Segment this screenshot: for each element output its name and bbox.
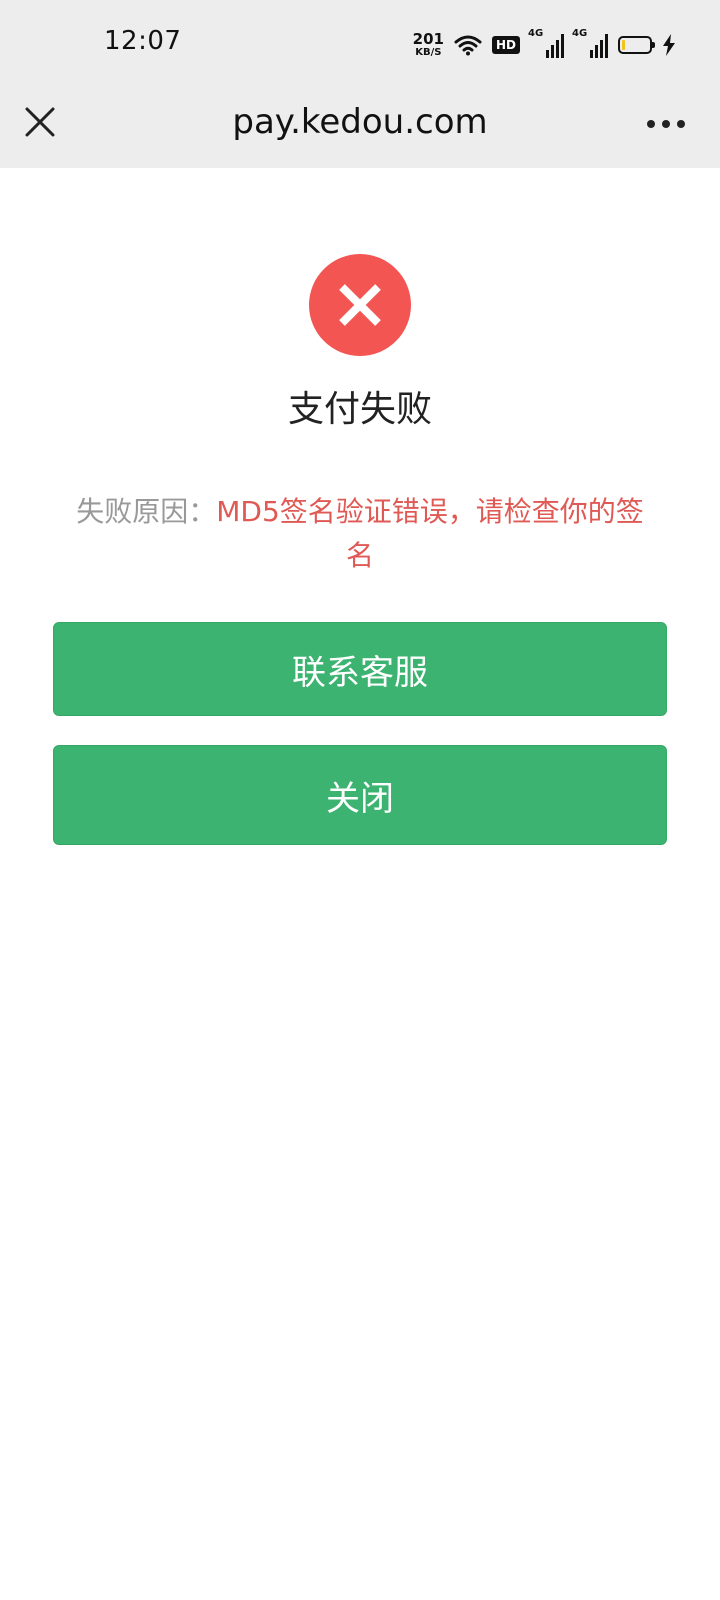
signal-type-label-2: 4G xyxy=(572,28,588,39)
cellular-signal-icon-2: 4G xyxy=(572,28,608,58)
contact-support-button[interactable]: 联系客服 xyxy=(53,622,667,716)
network-speed-unit: KB/S xyxy=(415,47,442,58)
cellular-signal-icon: 4G xyxy=(528,28,564,58)
status-icons: 201 KB/S HD 4G 4G xyxy=(413,28,676,62)
close-button[interactable]: 关闭 xyxy=(53,745,667,845)
more-dots-icon[interactable] xyxy=(642,106,690,142)
failure-reason-label: 失败原因： xyxy=(76,495,217,528)
wifi-icon xyxy=(454,35,482,56)
failure-reason: 失败原因：MD5签名验证错误，请检查你的签名 xyxy=(70,490,650,578)
page-url-title: pay.kedou.com xyxy=(232,102,488,142)
network-speed: 201 KB/S xyxy=(413,32,444,58)
network-speed-value: 201 xyxy=(412,30,444,48)
signal-type-label: 4G xyxy=(528,28,544,39)
nav-bar: pay.kedou.com xyxy=(0,86,720,168)
status-bar: 12:07 201 KB/S HD 4G 4G xyxy=(0,0,720,86)
charging-bolt-icon xyxy=(663,34,675,56)
failure-reason-message: MD5签名验证错误，请检查你的签名 xyxy=(216,495,644,572)
battery-icon xyxy=(618,36,655,54)
status-time: 12:07 xyxy=(104,26,182,56)
hd-icon: HD xyxy=(491,36,520,54)
error-x-icon xyxy=(309,254,411,356)
battery-level-fill xyxy=(622,40,625,50)
payment-failed-title: 支付失败 xyxy=(287,389,432,430)
